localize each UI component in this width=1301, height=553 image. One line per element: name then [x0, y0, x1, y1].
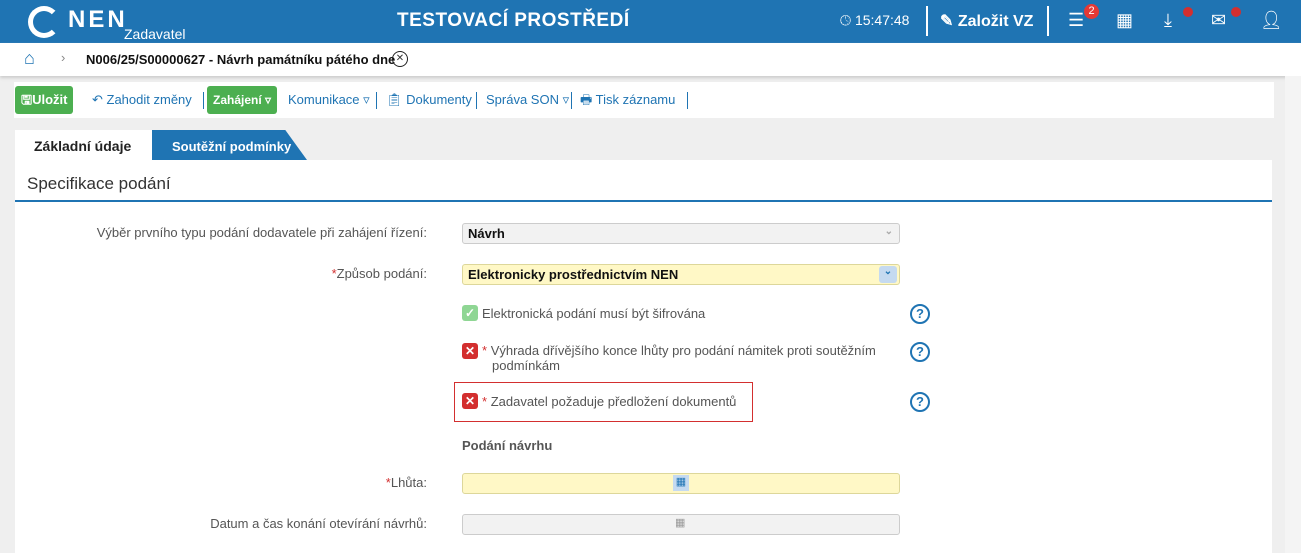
method-value: Elektronicky prostřednictvím NEN [468, 267, 679, 282]
create-vz-label: Založit VZ [957, 13, 1034, 30]
documents-label: * Zadavatel požaduje předložení dokument… [482, 394, 902, 409]
chevron-down-icon[interactable]: ⌄ [879, 266, 897, 283]
communication-menu[interactable]: Komunikace ▿ [288, 82, 370, 118]
mail-icon[interactable]: ✉ [1211, 10, 1226, 31]
divider [571, 92, 572, 109]
calendar-icon[interactable]: ▦ [675, 516, 685, 529]
divider [926, 6, 928, 36]
first-type-label: Výběr prvního typu podání dodavatele při… [96, 225, 427, 240]
chevron-right-icon: › [61, 50, 66, 65]
clipboard-icon: 📋︎ [386, 92, 407, 107]
divider [687, 92, 688, 109]
environment-title: TESTOVACÍ PROSTŘEDÍ [397, 10, 630, 31]
help-icon[interactable]: ? [910, 342, 930, 362]
section-title: Specifikace podání [27, 174, 171, 193]
calendar-icon[interactable]: ▦ [673, 475, 689, 491]
divider [203, 92, 204, 109]
method-label: *Způsob podání: [332, 266, 427, 281]
section-underline [15, 200, 1272, 202]
save-button[interactable]: 🖫︎Uložit [15, 86, 74, 114]
method-select[interactable]: Elektronicky prostřednictvím NEN ⌄ [462, 264, 900, 285]
start-button[interactable]: Zahájení ▿ [207, 86, 278, 114]
notification-dot [1231, 7, 1241, 17]
objection-label: * Výhrada dřívějšího konce lhůty pro pod… [482, 343, 902, 373]
save-label: Uložit [32, 92, 68, 107]
notification-dot [1183, 7, 1193, 17]
objection-checkbox[interactable]: ✕ [462, 343, 478, 359]
close-icon[interactable]: ✕ [392, 51, 408, 67]
time: 15:47:48 [854, 12, 910, 28]
required-mark: * [482, 343, 488, 358]
home-icon[interactable]: ⌂ [24, 48, 35, 69]
first-type-value: Návrh [468, 226, 505, 241]
encrypted-checkbox[interactable]: ✓ [462, 305, 478, 321]
chevron-down-icon: ⌄ [884, 226, 893, 237]
deadline-label-text: Lhůta: [390, 475, 427, 490]
tab-basic-info[interactable]: Základní údaje [15, 130, 155, 160]
divider [476, 92, 477, 109]
calendar-icon[interactable]: ▦ [1116, 10, 1133, 31]
first-type-select[interactable]: Návrh ⌄ [462, 223, 900, 244]
documents-label: Dokumenty [406, 92, 472, 107]
print-button[interactable]: 🖶︎ Tisk záznamu [580, 82, 675, 118]
logo-text[interactable]: NEN [68, 6, 128, 34]
download-icon[interactable]: ⤓ [1164, 10, 1172, 31]
form-panel: Specifikace podání Výběr prvního typu po… [15, 160, 1272, 553]
create-vz-button[interactable]: ✎ Založit VZ [940, 11, 1033, 31]
subheading: Podání návrhu [462, 438, 553, 453]
edit-icon: ✎ [940, 13, 954, 30]
divider [1047, 6, 1049, 36]
session-clock: 🕓︎ 15:47:48 [840, 12, 909, 29]
help-icon[interactable]: ? [910, 304, 930, 324]
menu-badge: 2 [1084, 4, 1099, 19]
deadline-input[interactable]: ▦ [462, 473, 900, 494]
breadcrumb: ⌂ › N006/25/S00000627 - Návrh památníku … [0, 43, 1301, 76]
role-label: Zadavatel [124, 26, 186, 42]
breadcrumb-title[interactable]: N006/25/S00000627 - Návrh památníku páté… [86, 52, 395, 67]
printer-icon: 🖶︎ [580, 92, 596, 107]
required-mark: * [482, 394, 488, 409]
documents-checkbox[interactable]: ✕ [462, 393, 478, 409]
son-menu[interactable]: Správa SON ▿ [486, 82, 569, 118]
objection-label-text: Výhrada dřívějšího konce lhůty pro podán… [490, 343, 876, 373]
scrollbar[interactable] [1285, 76, 1301, 553]
print-label: Tisk záznamu [595, 92, 676, 107]
opening-label: Datum a čas konání otevírání návrhů: [210, 516, 427, 531]
deadline-label: *Lhůta: [386, 475, 427, 490]
method-label-text: Způsob podání: [336, 266, 427, 281]
save-icon: 🖫︎ [21, 92, 33, 107]
menu-icon[interactable]: ☰ [1068, 10, 1084, 31]
encrypted-label: Elektronická podání musí být šifrována [482, 306, 706, 321]
user-icon[interactable]: 👤︎ [1260, 10, 1283, 31]
top-bar: NEN Zadavatel TESTOVACÍ PROSTŘEDÍ 🕓︎ 15:… [0, 0, 1301, 43]
divider [376, 92, 377, 109]
documents-label-text: Zadavatel požaduje předložení dokumentů [490, 394, 737, 409]
discard-button[interactable]: ↶ Zahodit změny [92, 82, 192, 118]
undo-icon: ↶ [92, 92, 107, 107]
toolbar: 🖫︎Uložit ↶ Zahodit změny Zahájení ▿ Komu… [14, 82, 1274, 118]
help-icon[interactable]: ? [910, 392, 930, 412]
opening-input[interactable]: ▦ [462, 514, 900, 535]
tab-tender-conditions[interactable]: Soutěžní podmínky [152, 130, 307, 160]
discard-label: Zahodit změny [106, 92, 192, 107]
clock-icon: 🕓︎ [840, 12, 852, 28]
nen-logo-icon[interactable] [28, 6, 60, 38]
documents-button[interactable]: 📋︎ Dokumenty [386, 82, 472, 118]
